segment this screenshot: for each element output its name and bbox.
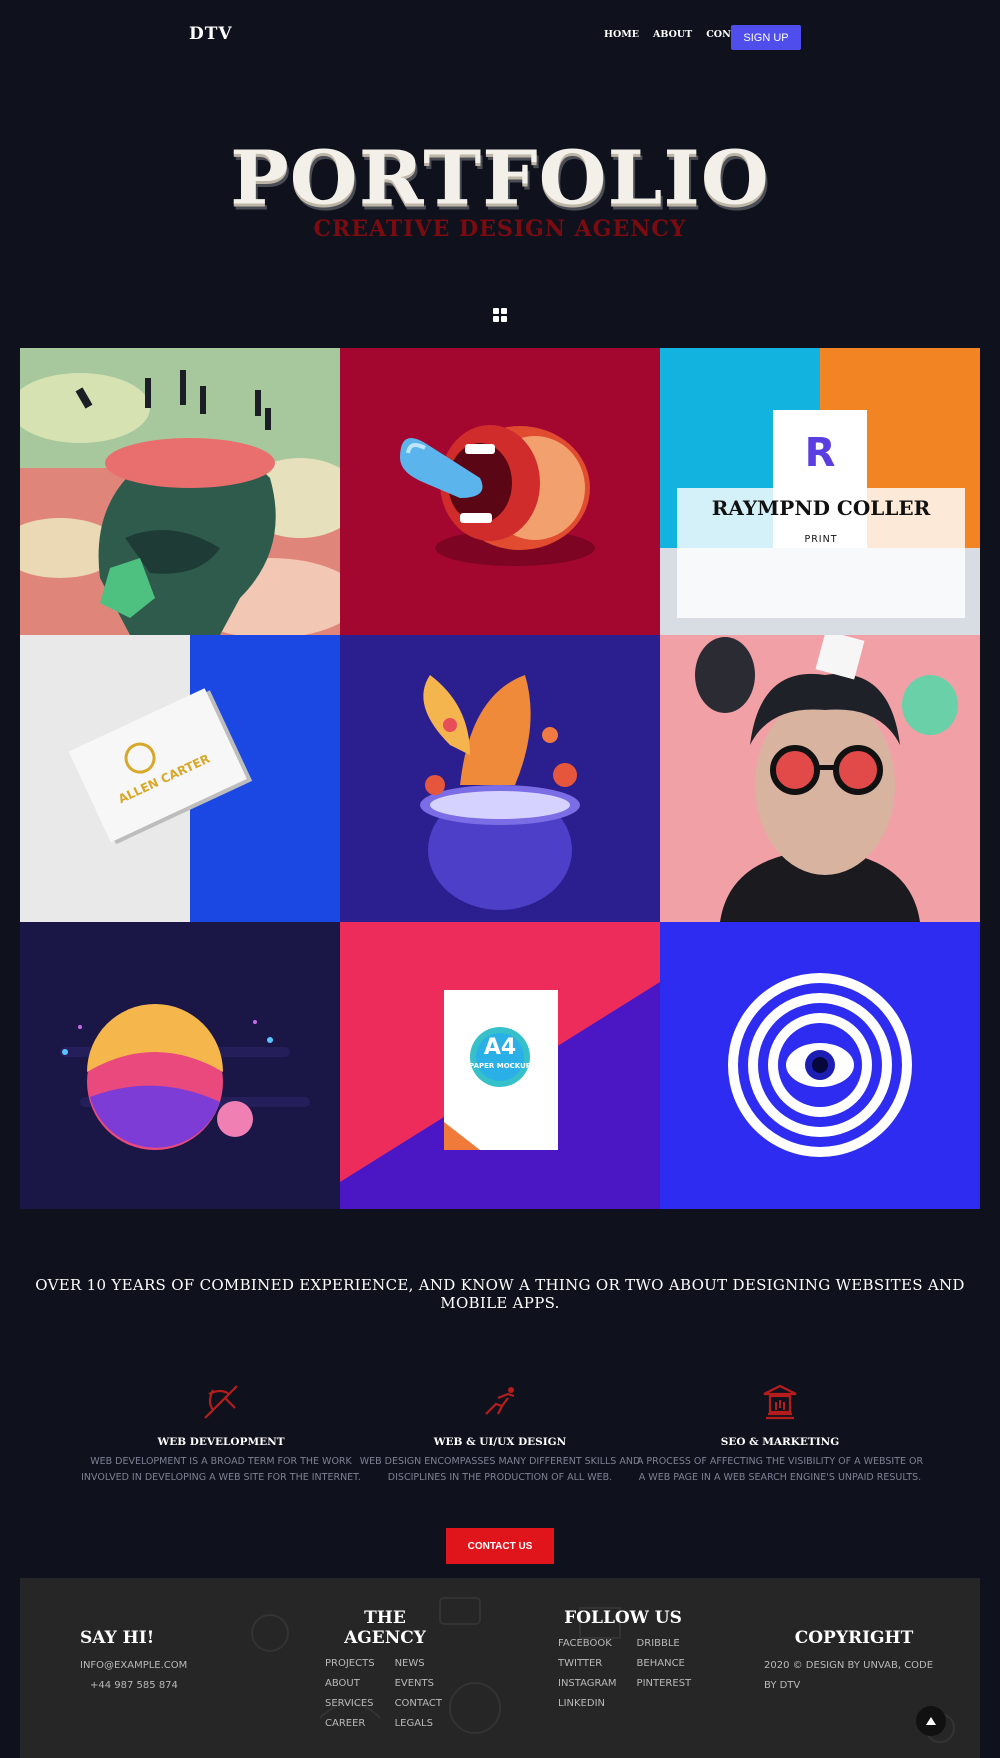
footer-heading: SAY HI!: [80, 1628, 155, 1648]
portfolio-hover-overlay[interactable]: RAYMPND COLLER PRINT: [677, 488, 965, 618]
eye-spiral-image: [660, 922, 980, 1209]
footer-copyright-text: 2020 © DESIGN BY UNVAB, CODE BY DTV: [764, 1660, 934, 1691]
footer-link-contact[interactable]: CONTACT: [395, 1694, 442, 1714]
service-title: SEO & MARKETING: [720, 1436, 840, 1448]
service-description: A process of affecting the visibility of…: [636, 1456, 924, 1483]
footer-link-legals[interactable]: LEGALS: [395, 1714, 442, 1734]
crossbow-icon: [204, 1385, 238, 1419]
temple-icon: [763, 1384, 797, 1420]
portfolio-item-business-cards[interactable]: ALLEN CARTER: [20, 635, 340, 922]
portfolio-item-eye-spiral[interactable]: [660, 922, 980, 1209]
footer-link-behance[interactable]: BEHANCE: [637, 1654, 692, 1674]
portfolio-item-a4-mockup[interactable]: A4 PAPER MOCKUP: [340, 922, 660, 1209]
mouth-image: [340, 348, 660, 635]
portfolio-item-exploding-head[interactable]: [20, 348, 340, 635]
footer-link-about[interactable]: ABOUT: [325, 1674, 375, 1694]
branding-letter: R: [805, 430, 836, 476]
footer-heading: FOLLOW US: [564, 1608, 682, 1628]
a4-sub: PAPER MOCKUP: [469, 1062, 531, 1070]
nav-link-about[interactable]: ABOUT: [653, 29, 692, 40]
portfolio-item-mouth[interactable]: [340, 348, 660, 635]
portrait-image: [660, 635, 980, 922]
service-seo-marketing: SEO & MARKETING A process of affecting t…: [635, 1380, 925, 1486]
footer-say-hi: SAY HI! INFO@EXAMPLE.COM +44 987 585 874: [80, 1628, 200, 1696]
portfolio-gallery: R RAYMPND COLLER PRINT ALLEN CARTER A4 P…: [20, 348, 980, 1209]
hero-subtitle: CREATIVE DESIGN AGENCY: [313, 216, 687, 242]
footer-link-linkedin[interactable]: LINKEDIN: [558, 1694, 617, 1714]
footer-link-twitter[interactable]: TWITTER: [558, 1654, 617, 1674]
a4-label: A4: [484, 1035, 516, 1060]
service-description: Web development is a broad term for the …: [81, 1456, 361, 1483]
portfolio-item-portrait[interactable]: [660, 635, 980, 922]
footer: SAY HI! INFO@EXAMPLE.COM +44 987 585 874…: [20, 1578, 980, 1758]
footer-phone[interactable]: +44 987 585 874: [80, 1676, 200, 1696]
service-web-design: WEB & UI/UX DESIGN Web design encompasse…: [355, 1380, 645, 1486]
nav-link-home[interactable]: HOME: [604, 29, 639, 40]
footer-follow-us: FOLLOW US FACEBOOK TWITTER INSTAGRAM LIN…: [558, 1608, 738, 1714]
footer-copyright: COPYRIGHT 2020 © DESIGN BY UNVAB, CODE B…: [764, 1628, 944, 1696]
overlay-title: RAYMPND COLLER: [711, 496, 931, 520]
portfolio-item-planet[interactable]: [20, 922, 340, 1209]
footer-heading: COPYRIGHT: [794, 1628, 914, 1648]
footer-link-facebook[interactable]: FACEBOOK: [558, 1634, 617, 1654]
footer-heading: THE AGENCY: [344, 1608, 426, 1648]
hero-title: PORTFOLIO: [230, 135, 770, 222]
footer-the-agency: THE AGENCY PROJECTS ABOUT SERVICES CAREE…: [325, 1608, 505, 1734]
footer-email[interactable]: INFO@EXAMPLE.COM: [80, 1656, 200, 1676]
footer-link-dribble[interactable]: DRIBBLE: [637, 1634, 692, 1654]
footer-link-instagram[interactable]: INSTAGRAM: [558, 1674, 617, 1694]
service-web-development: WEB DEVELOPMENT Web development is a bro…: [76, 1380, 366, 1486]
grid-view-icon[interactable]: [493, 308, 507, 322]
a4-mockup-image: A4 PAPER MOCKUP: [340, 922, 660, 1209]
top-nav: DTV HOME ABOUT CONTACT SIGN UP: [0, 0, 1000, 70]
overlay-subtitle: PRINT: [804, 534, 838, 545]
footer-link-projects[interactable]: PROJECTS: [325, 1654, 375, 1674]
footer-link-services[interactable]: SERVICES: [325, 1694, 375, 1714]
footer-link-pinterest[interactable]: PINTEREST: [637, 1674, 692, 1694]
planet-image: [20, 922, 340, 1209]
runner-icon: [485, 1387, 515, 1415]
service-title: WEB & UI/UX DESIGN: [433, 1436, 567, 1448]
portfolio-item-bird-head[interactable]: [340, 635, 660, 922]
exploding-head-image: [20, 348, 340, 635]
portfolio-item-branding[interactable]: R RAYMPND COLLER PRINT: [660, 348, 980, 635]
footer-link-career[interactable]: CAREER: [325, 1714, 375, 1734]
footer-link-news[interactable]: NEWS: [395, 1654, 442, 1674]
bird-head-image: [340, 635, 660, 922]
signup-button[interactable]: SIGN UP: [731, 25, 801, 50]
service-description: Web design encompasses many different sk…: [359, 1456, 641, 1483]
contact-us-button[interactable]: CONTACT US: [446, 1528, 554, 1564]
caret-up-icon: [926, 1717, 936, 1725]
logo[interactable]: DTV: [189, 24, 233, 44]
tagline: OVER 10 YEARS OF COMBINED EXPERIENCE, AN…: [35, 1276, 965, 1312]
footer-link-events[interactable]: EVENTS: [395, 1674, 442, 1694]
business-cards-image: ALLEN CARTER: [20, 635, 340, 922]
back-to-top-button[interactable]: [916, 1706, 946, 1736]
service-title: WEB DEVELOPMENT: [157, 1436, 285, 1448]
